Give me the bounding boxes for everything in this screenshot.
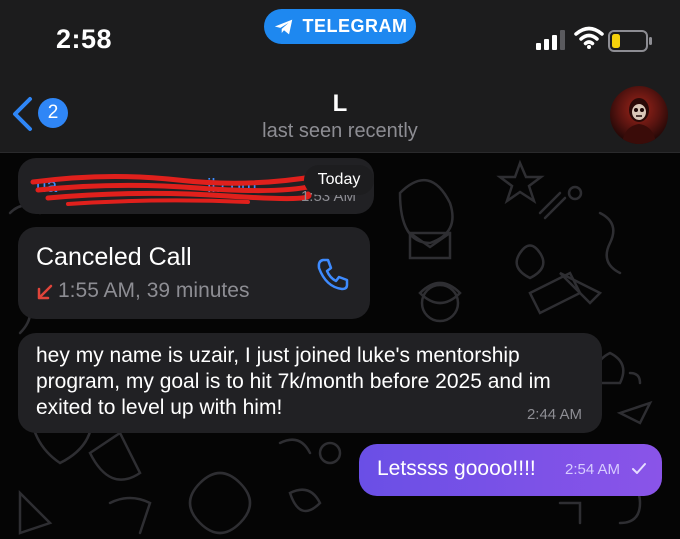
battery-icon [608,30,652,52]
wifi-icon [574,26,604,49]
read-check-icon [632,463,646,474]
phone-icon[interactable] [314,255,352,293]
telegram-pill-label: TELEGRAM [302,16,408,36]
status-bar: 2:58 TELEGRAM [0,0,680,72]
incoming-message-text: hey my name is uzair, I just joined luke… [36,344,551,419]
chat-header: 2 L last seen recently [0,72,680,153]
telegram-pill[interactable]: TELEGRAM [264,9,416,44]
chat-area[interactable]: ua il.com 1:53 AM Today Canceled Call 1:5… [0,153,680,539]
cellular-signal-icon [536,30,565,50]
incoming-message-time: 2:44 AM [526,406,582,423]
status-time: 2:58 [56,24,113,54]
outgoing-message-bubble[interactable]: Letssss goooo!!!! 2:54 AM [359,444,662,496]
outgoing-message-text: Letssss goooo!!!! [377,457,536,480]
battery-level [612,34,620,48]
avatar[interactable] [610,86,668,144]
canceled-call-bubble[interactable]: Canceled Call 1:55 AM, 39 minutes [18,227,370,319]
call-details: 1:55 AM, 39 minutes [58,279,250,302]
telegram-plane-icon [274,19,292,34]
outgoing-call-arrow-icon [37,284,53,300]
avatar-image-icon [622,98,656,144]
outgoing-message-time: 2:54 AM [565,461,621,478]
date-separator: Today [304,165,374,195]
call-title: Canceled Call [36,243,192,271]
chat-title[interactable]: L [0,90,680,118]
last-seen-status: last seen recently [262,120,418,142]
incoming-message-bubble[interactable]: hey my name is uzair, I just joined luke… [18,333,602,433]
redaction-scribble [30,173,321,206]
